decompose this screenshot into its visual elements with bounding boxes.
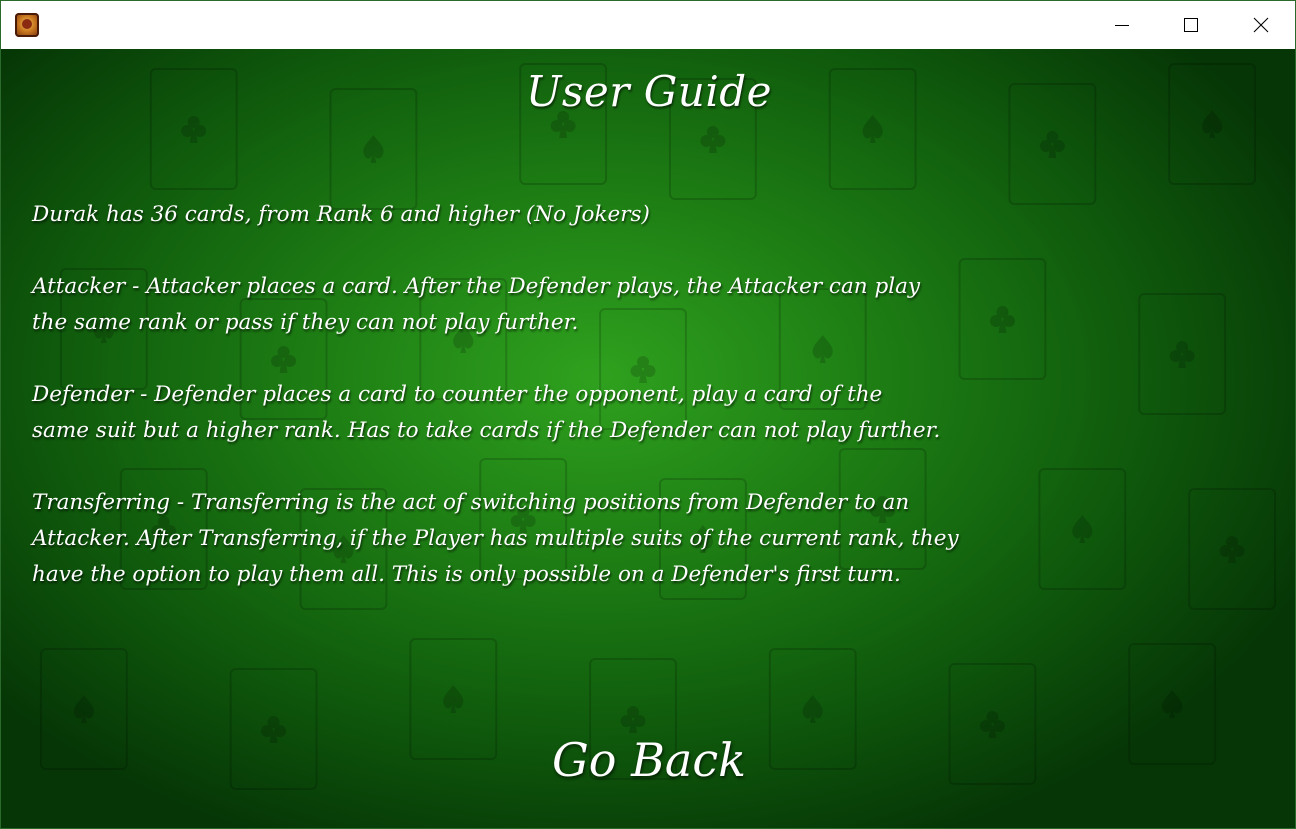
guide-paragraph-defender: Defender - Defender places a card to cou…	[32, 382, 941, 443]
maximize-icon	[1184, 18, 1198, 32]
guide-paragraph-transferring: Transferring - Transferring is the act o…	[32, 490, 959, 587]
page-title: User Guide	[525, 67, 772, 116]
guide-paragraph-attacker: Attacker - Attacker places a card. After…	[32, 274, 921, 335]
app-logo-icon	[15, 13, 39, 37]
guide-text: Durak has 36 cards, from Rank 6 and high…	[32, 197, 1092, 629]
close-icon	[1253, 17, 1269, 33]
go-back-button[interactable]: Go Back	[1, 733, 1295, 787]
close-button[interactable]	[1226, 1, 1295, 49]
guide-paragraph-deck: Durak has 36 cards, from Rank 6 and high…	[32, 202, 650, 227]
minimize-button[interactable]	[1087, 1, 1157, 49]
title-bar[interactable]	[1, 1, 1295, 50]
go-back-label: Go Back	[552, 733, 746, 787]
app-window: User Guide Durak has 36 cards, from Rank…	[0, 0, 1296, 829]
user-guide-screen: User Guide Durak has 36 cards, from Rank…	[1, 49, 1295, 828]
minimize-icon	[1115, 25, 1129, 26]
maximize-button[interactable]	[1156, 1, 1226, 49]
